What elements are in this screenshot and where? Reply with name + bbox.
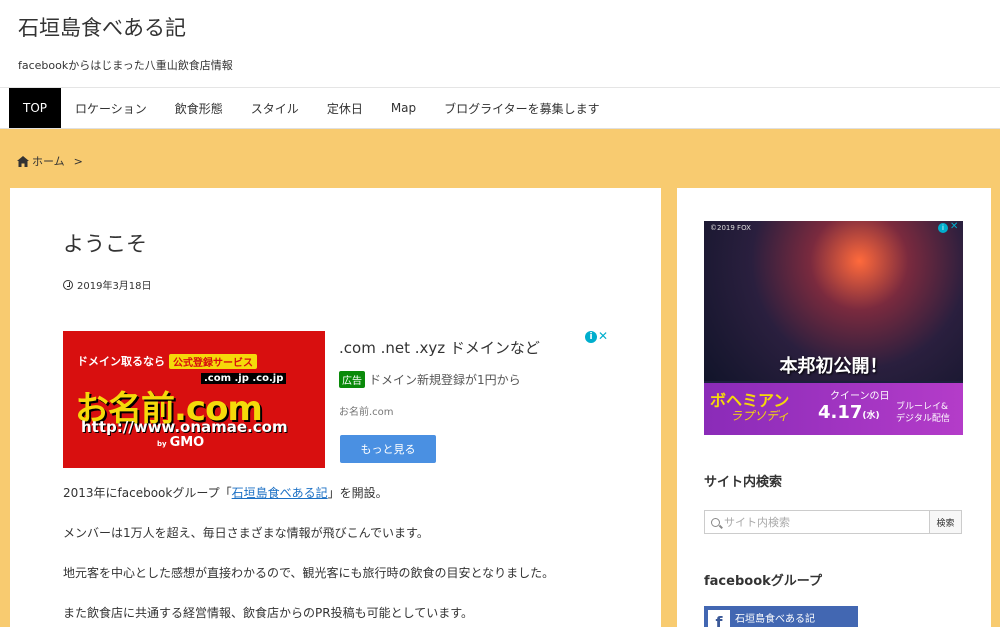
breadcrumb-separator: > <box>73 154 83 168</box>
ad-description: ドメイン新規登録が1円から <box>369 373 521 387</box>
breadcrumb: ホーム > <box>17 153 83 169</box>
facebook-card-label: 石垣島食べある記 <box>735 614 815 625</box>
post-body: 2013年にfacebookグループ「石垣島食べある記」を開設。 メンバーは1万… <box>63 484 633 627</box>
close-icon[interactable]: ✕ <box>950 221 958 232</box>
nav-item-map[interactable]: Map <box>377 88 430 128</box>
ad-headline[interactable]: .com .net .xyz ドメインなど <box>339 337 540 358</box>
ad-image[interactable]: ドメイン取るなら 公式登録サービス .com .jp .co.jp お名前.co… <box>63 331 325 468</box>
site-header: 石垣島食べある記 facebookからはじまった八重山飲食店情報 <box>0 0 1000 88</box>
sidebar-ad-banner[interactable]: ©2019 FOX i ✕ 本邦初公開！ ボヘミアン ラプソディ クイーンの日 … <box>704 221 963 435</box>
post-paragraph-4: また飲食店に共通する経営情報、飲食店からのPR投稿も可能としています。 <box>63 606 474 620</box>
ad-image-brand-name: GMO <box>169 435 205 450</box>
info-icon[interactable]: i <box>585 331 597 343</box>
close-icon[interactable]: ✕ <box>598 329 608 343</box>
search-widget-title: サイト内検索 <box>704 475 783 490</box>
sidebar: ©2019 FOX i ✕ 本邦初公開！ ボヘミアン ラプソディ クイーンの日 … <box>677 188 991 627</box>
ad-more-button[interactable]: もっと見る <box>340 435 436 463</box>
nav-item-style[interactable]: スタイル <box>237 88 313 128</box>
info-icon[interactable]: i <box>938 223 948 233</box>
facebook-widget-title: facebookグループ <box>704 574 822 589</box>
ad-description-row: 広告 ドメイン新規登録が1円から <box>339 371 521 388</box>
facebook-group-link[interactable]: 石垣島食べある記 <box>232 486 328 500</box>
post-paragraph-1: 2013年にfacebookグループ「石垣島食べある記」を開設。 <box>63 486 388 500</box>
sidebar-ad-copyright: ©2019 FOX <box>710 224 751 232</box>
ad-image-url: http://www.onamae.com <box>81 418 288 436</box>
search-button[interactable]: 検索 <box>930 510 962 534</box>
nav-item-restaurant-type[interactable]: 飲食形態 <box>161 88 237 128</box>
site-description: facebookからはじまった八重山飲食店情報 <box>18 59 233 72</box>
facebook-icon: f <box>708 609 730 627</box>
post-paragraph-2: メンバーは1万人を超え、毎日さまざまな情報が飛びこんでいます。 <box>63 526 429 540</box>
ad-label-badge: 広告 <box>339 371 365 388</box>
sidebar-ad-date: 4.17(水) <box>818 402 880 423</box>
search-input[interactable] <box>724 515 904 529</box>
breadcrumb-home-link[interactable]: ホーム <box>32 153 65 169</box>
clock-icon <box>63 279 73 290</box>
sidebar-ad-headline: 本邦初公開！ <box>779 356 888 377</box>
ad-domain: お名前.com <box>339 407 394 418</box>
ad-image-tagline: ドメイン取るなら 公式登録サービス <box>77 353 257 369</box>
search-input-wrap <box>704 510 930 534</box>
facebook-group-card[interactable]: f 石垣島食べある記 <box>704 606 858 627</box>
home-icon <box>17 155 29 167</box>
nav-item-top[interactable]: TOP <box>9 88 62 128</box>
nav-item-closed-days[interactable]: 定休日 <box>313 88 377 128</box>
nav-item-location[interactable]: ロケーション <box>61 88 161 128</box>
main-content: ようこそ 2019年3月18日 ドメイン取るなら 公式登録サービス .com .… <box>10 188 661 627</box>
sidebar-ad-movie-title2: ラプソディ <box>730 409 790 423</box>
sidebar-ad-queen-day: クイーンの日 <box>830 391 890 402</box>
site-title[interactable]: 石垣島食べある記 <box>18 12 982 42</box>
site-search-form: 検索 <box>704 510 962 534</box>
search-icon <box>711 517 720 527</box>
main-nav: TOP ロケーション 飲食形態 スタイル 定休日 Map ブログライターを募集し… <box>0 88 1000 129</box>
ad-image-badge: 公式登録サービス <box>169 353 257 369</box>
post-date-text: 2019年3月18日 <box>77 281 152 292</box>
post-date: 2019年3月18日 <box>63 277 152 292</box>
sidebar-ad-release: ブルーレイ& デジタル配信 <box>896 402 950 424</box>
ad-image-brand: by GMO <box>157 435 204 450</box>
post-paragraph-3: 地元客を中心とした感想が直接わかるので、観光客にも旅行時の飲食の目安となりました… <box>63 566 555 580</box>
nav-item-writer-recruit[interactable]: ブログライターを募集します <box>430 88 614 128</box>
ad-block: ドメイン取るなら 公式登録サービス .com .jp .co.jp お名前.co… <box>63 329 609 469</box>
ad-image-by: by <box>157 440 167 448</box>
post-title: ようこそ <box>63 232 147 256</box>
ad-image-line1: ドメイン取るなら <box>77 355 165 368</box>
